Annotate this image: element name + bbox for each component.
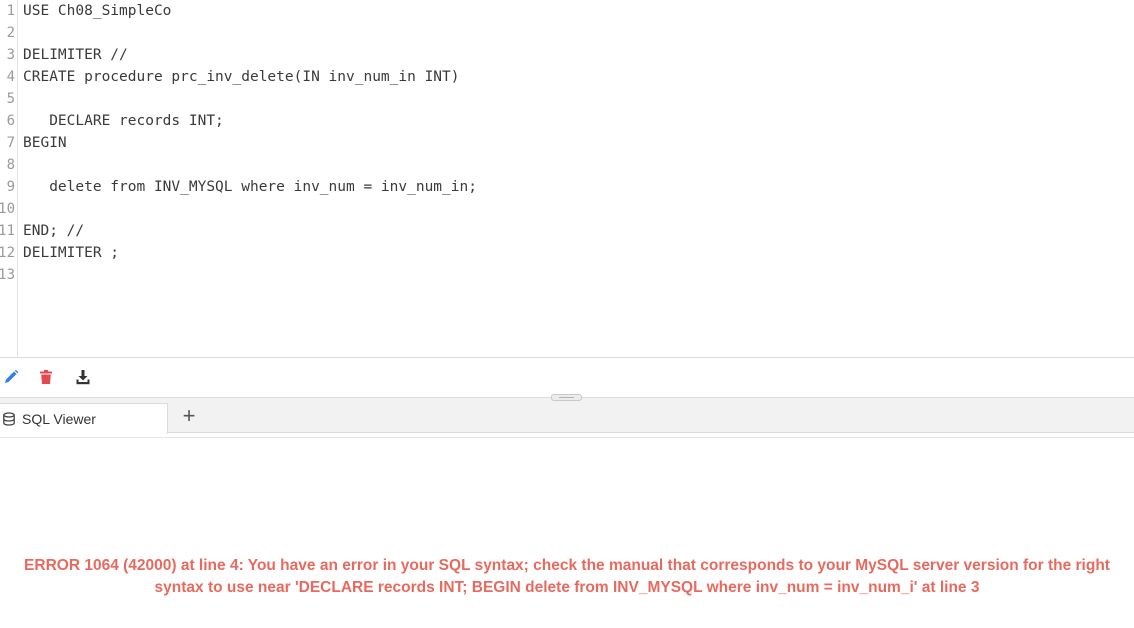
panel-resize-handle[interactable] bbox=[551, 394, 582, 401]
code-line[interactable]: END; // bbox=[23, 220, 84, 242]
line-number: 1 bbox=[6, 3, 15, 19]
delete-button[interactable] bbox=[36, 367, 56, 387]
error-line-2: syntax to use near 'DECLARE records INT;… bbox=[154, 579, 980, 596]
error-line-1: ERROR 1064 (42000) at line 4: You have a… bbox=[24, 557, 1110, 574]
code-line[interactable]: DELIMITER // bbox=[23, 44, 128, 66]
tab-sql-viewer[interactable]: SQL Viewer bbox=[0, 403, 168, 434]
error-message: ERROR 1064 (42000) at line 4: You have a… bbox=[0, 555, 1134, 599]
line-number: 11 bbox=[0, 223, 15, 239]
line-number: 3 bbox=[6, 47, 15, 63]
download-icon bbox=[76, 370, 90, 385]
line-number: 10 bbox=[0, 201, 15, 217]
sql-editor[interactable]: 1 2 3 4 5 6 7 8 9 10 11 12 13 USE Ch08_S… bbox=[0, 0, 1134, 358]
code-line[interactable]: CREATE procedure prc_inv_delete(IN inv_n… bbox=[23, 66, 460, 88]
line-number: 2 bbox=[6, 25, 15, 41]
database-icon bbox=[2, 412, 16, 426]
editor-toolbar bbox=[0, 358, 1134, 396]
line-number: 8 bbox=[6, 157, 15, 173]
code-line[interactable]: DECLARE records INT; bbox=[23, 110, 224, 132]
line-number-gutter: 1 2 3 4 5 6 7 8 9 10 11 12 13 bbox=[0, 0, 18, 357]
code-line[interactable]: BEGIN bbox=[23, 132, 67, 154]
line-number: 5 bbox=[6, 91, 15, 107]
line-number: 6 bbox=[6, 113, 15, 129]
line-number: 9 bbox=[6, 179, 15, 195]
line-number: 12 bbox=[0, 245, 15, 261]
edit-button[interactable] bbox=[1, 367, 21, 387]
code-line[interactable]: DELIMITER ; bbox=[23, 242, 119, 264]
add-tab-button[interactable]: + bbox=[178, 403, 200, 429]
code-line[interactable]: USE Ch08_SimpleCo bbox=[23, 0, 171, 22]
line-number: 7 bbox=[6, 135, 15, 151]
tab-label: SQL Viewer bbox=[22, 411, 96, 427]
line-number: 13 bbox=[0, 267, 15, 283]
download-button[interactable] bbox=[73, 367, 93, 387]
trash-icon bbox=[40, 370, 52, 384]
pencil-icon bbox=[5, 369, 19, 383]
code-line[interactable]: delete from INV_MYSQL where inv_num = in… bbox=[23, 176, 477, 198]
result-panel: ERROR 1064 (42000) at line 4: You have a… bbox=[0, 437, 1134, 628]
line-number: 4 bbox=[6, 69, 15, 85]
result-tab-bar: SQL Viewer + bbox=[0, 397, 1134, 434]
